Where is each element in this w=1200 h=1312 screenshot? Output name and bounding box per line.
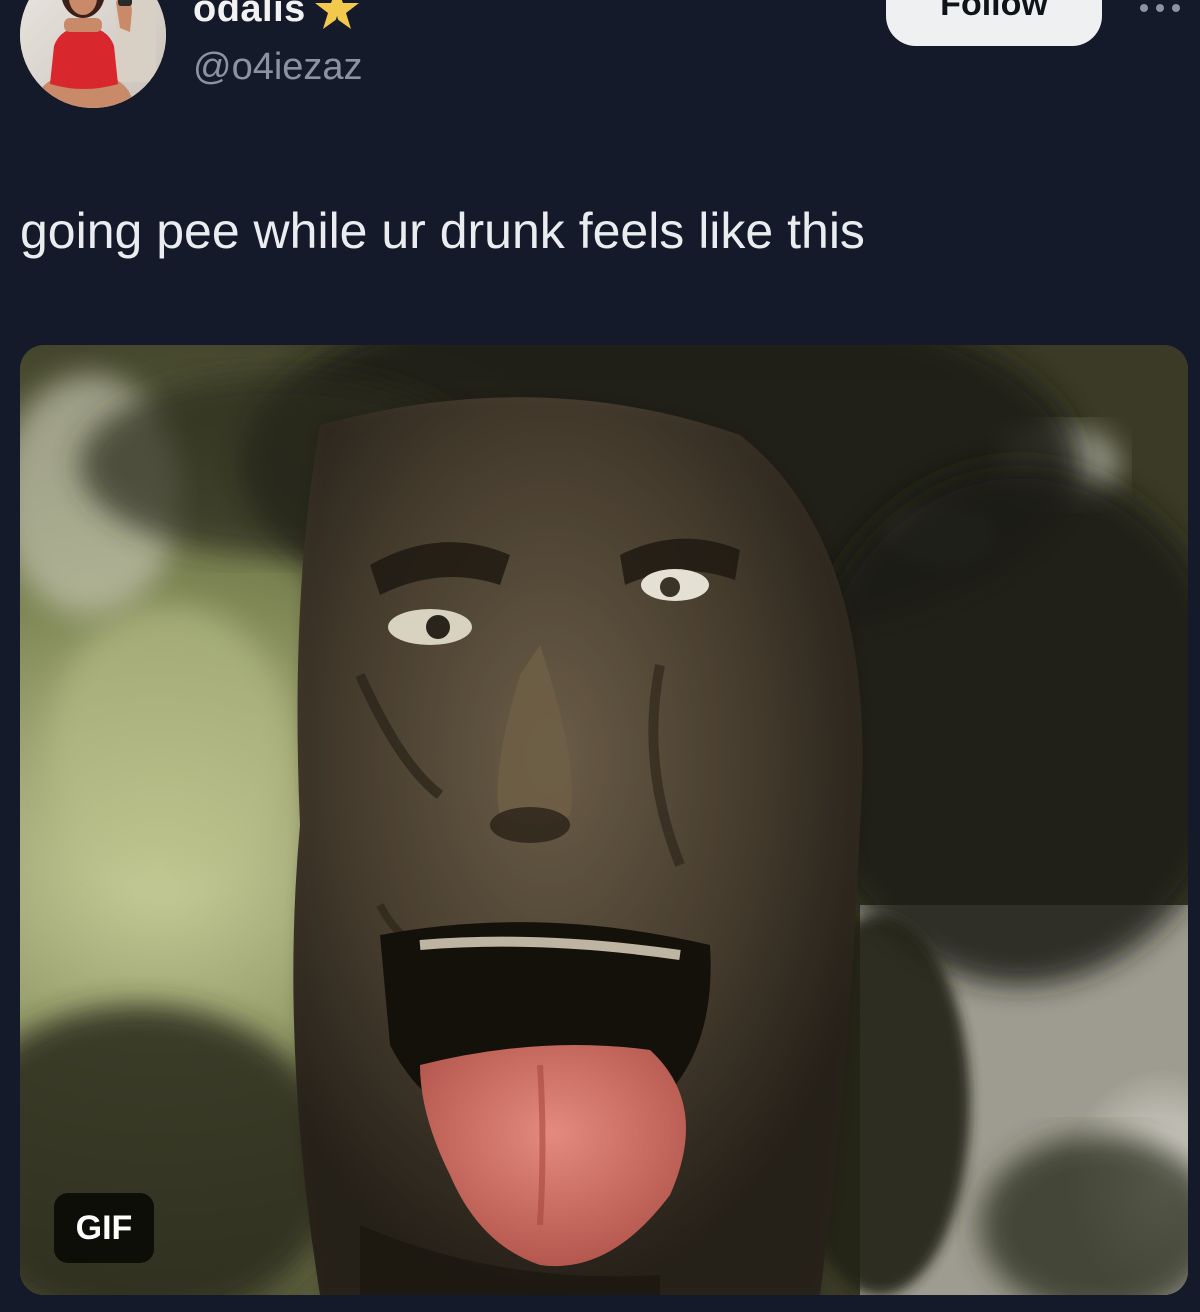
gif-badge: GIF [54, 1193, 154, 1263]
tweet-text: going pee while ur drunk feels like this [20, 203, 865, 259]
media-gif[interactable]: GIF [20, 345, 1188, 1295]
tweet-post: odalis @o4iezaz Follow going pee while u… [0, 0, 1200, 1312]
avatar[interactable] [20, 0, 166, 108]
more-options-button[interactable] [1134, 0, 1186, 20]
profile-avatar-icon [20, 0, 166, 108]
follow-button[interactable]: Follow [886, 0, 1102, 46]
display-name[interactable]: odalis [193, 0, 306, 31]
tweet-header: odalis @o4iezaz Follow [0, 0, 1200, 120]
talking-tree-face-image [20, 345, 1188, 1295]
star-badge-icon [314, 0, 360, 32]
user-handle[interactable]: @o4iezaz [193, 46, 363, 89]
name-row: odalis [193, 0, 360, 34]
ellipsis-icon [1140, 4, 1180, 12]
